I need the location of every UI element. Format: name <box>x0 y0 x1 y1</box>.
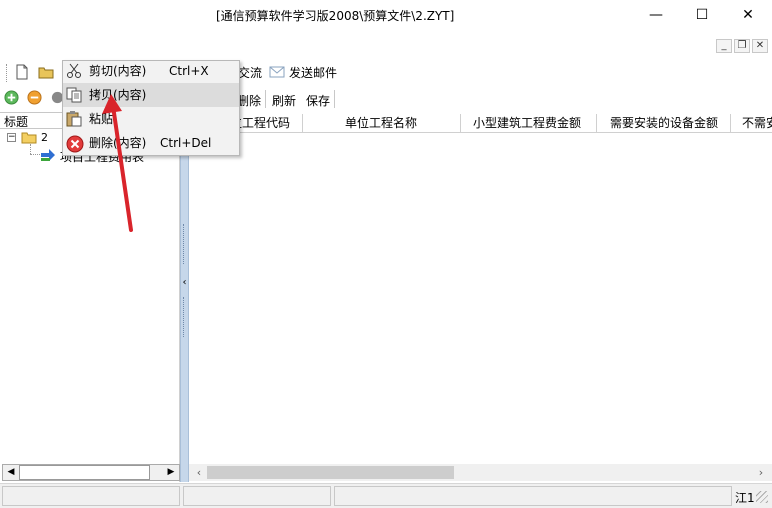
resize-grip[interactable] <box>756 491 768 503</box>
tree-line <box>30 144 31 154</box>
menu-item-delete[interactable]: 删除(内容) Ctrl+Del <box>63 131 239 155</box>
menu-item-shortcut: Ctrl+X <box>169 64 209 78</box>
arrow-right-icon <box>40 148 56 165</box>
status-panel <box>334 486 732 506</box>
toolbar-grip <box>6 64 8 82</box>
context-menu: 剪切(内容) Ctrl+X 拷贝(内容) 粘贴 删除(内容) Ctrl+Del <box>62 60 240 156</box>
column-divider <box>596 114 597 132</box>
open-folder-icon[interactable] <box>38 64 54 83</box>
splitter-grip <box>183 297 186 337</box>
scroll-left-icon[interactable]: ‹ <box>193 465 205 480</box>
mdi-restore-button[interactable]: ❐ <box>734 39 750 53</box>
scissors-icon <box>66 63 84 79</box>
menu-item-copy[interactable]: 拷贝(内容) <box>63 83 239 107</box>
mdi-close-button[interactable]: ✕ <box>752 39 768 53</box>
chevron-left-icon[interactable]: ‹ <box>181 277 188 289</box>
column-divider <box>460 114 461 132</box>
tree-line <box>30 154 40 155</box>
column-header-equipment[interactable]: 需要安装的设备金额 <box>610 114 718 132</box>
status-panel <box>2 486 180 506</box>
column-divider <box>302 114 303 132</box>
splitter[interactable]: ‹ <box>180 112 189 482</box>
status-text: 江1 <box>735 491 755 505</box>
scroll-thumb[interactable] <box>207 466 454 479</box>
scroll-right-icon[interactable]: ▶ <box>163 465 179 480</box>
annotation-arrow <box>102 94 133 232</box>
tree-header-label: 标题 <box>4 115 29 129</box>
new-file-icon[interactable] <box>14 64 30 83</box>
tree-node-label[interactable]: 2 <box>41 131 48 144</box>
add-icon[interactable] <box>4 90 19 108</box>
tree-hscrollbar[interactable]: ◀ ▶ <box>2 464 180 481</box>
toolbar-separator <box>265 90 266 108</box>
delete-button[interactable]: 删除 <box>237 92 261 109</box>
mdi-minimize-button[interactable]: _ <box>716 39 732 53</box>
menu-item-shortcut: Ctrl+Del <box>160 136 212 150</box>
send-mail-button[interactable]: 发送邮件 <box>289 64 337 81</box>
menu-item-label: 剪切(内容) <box>89 64 147 78</box>
tree-pane: 标题 − 2 项目工程费用表 <box>0 112 180 482</box>
scroll-thumb[interactable] <box>19 465 150 480</box>
folder-icon <box>21 131 37 147</box>
save-button[interactable]: 保存 <box>306 92 330 109</box>
column-header-name[interactable]: 单位工程名称 <box>345 114 417 132</box>
remove-icon[interactable] <box>27 90 42 108</box>
maximize-button[interactable]: ☐ <box>679 0 725 30</box>
copy-icon <box>66 87 84 103</box>
column-divider <box>730 114 731 132</box>
exchange-button[interactable]: 交流 <box>238 64 262 81</box>
scroll-right-icon[interactable]: › <box>755 465 767 480</box>
refresh-button[interactable]: 刷新 <box>272 92 296 109</box>
toolbar-separator <box>334 90 335 108</box>
data-grid <box>189 112 772 482</box>
paste-icon <box>66 111 84 127</box>
grid-hscrollbar[interactable]: ‹ › <box>189 464 772 481</box>
title-bar: [通信预算软件学习版2008\预算文件\2.ZYT] — ☐ ✕ <box>0 0 772 31</box>
scroll-left-icon[interactable]: ◀ <box>3 465 19 480</box>
column-header-other[interactable]: 不需安 <box>742 114 772 132</box>
splitter-grip <box>183 224 186 264</box>
close-button[interactable]: ✕ <box>725 0 771 30</box>
status-panel <box>183 486 331 506</box>
column-header-building[interactable]: 小型建筑工程费金额 <box>473 114 581 132</box>
menu-item-cut[interactable]: 剪切(内容) Ctrl+X <box>63 59 239 83</box>
delete-icon <box>66 135 84 153</box>
mail-icon <box>269 65 285 82</box>
status-bar: 江1 <box>0 483 772 508</box>
window-title: [通信预算软件学习版2008\预算文件\2.ZYT] <box>216 9 455 23</box>
menu-item-paste[interactable]: 粘贴 <box>63 107 239 131</box>
minimize-button[interactable]: — <box>633 0 679 30</box>
tree-expand-toggle[interactable]: − <box>7 133 16 142</box>
